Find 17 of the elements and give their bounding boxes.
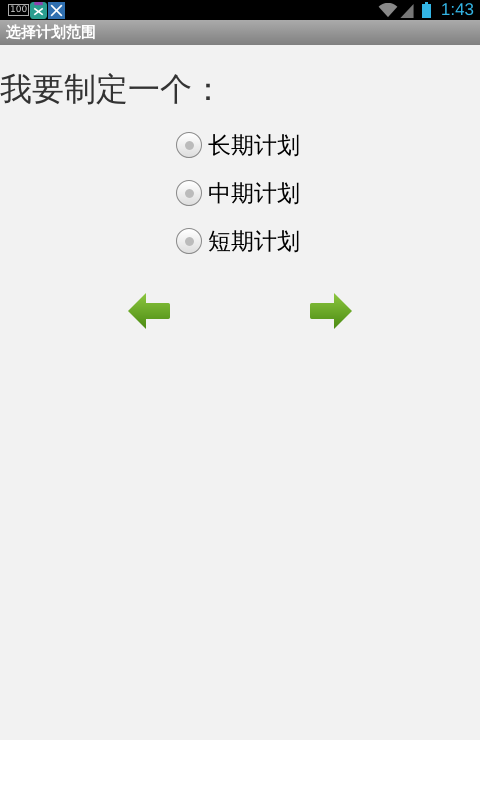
back-arrow-icon[interactable]	[128, 293, 170, 329]
signal-icon	[400, 2, 414, 18]
option-label[interactable]: 中期计划	[208, 178, 300, 208]
radio-button[interactable]	[176, 132, 202, 158]
option-label[interactable]: 长期计划	[208, 130, 300, 160]
wifi-icon	[378, 2, 398, 18]
battery-icon	[422, 2, 431, 18]
forward-arrow-icon[interactable]	[310, 293, 352, 329]
radio-button[interactable]	[176, 180, 202, 206]
radio-button[interactable]	[176, 228, 202, 254]
clock: 1:43	[440, 0, 474, 20]
option-label[interactable]: 短期计划	[208, 226, 300, 256]
heading: 我要制定一个：	[0, 69, 225, 109]
tools-icon	[48, 2, 66, 18]
app-icon	[30, 2, 48, 18]
notification-badge: 100	[8, 4, 30, 16]
window-title: 选择计划范围	[6, 23, 96, 42]
